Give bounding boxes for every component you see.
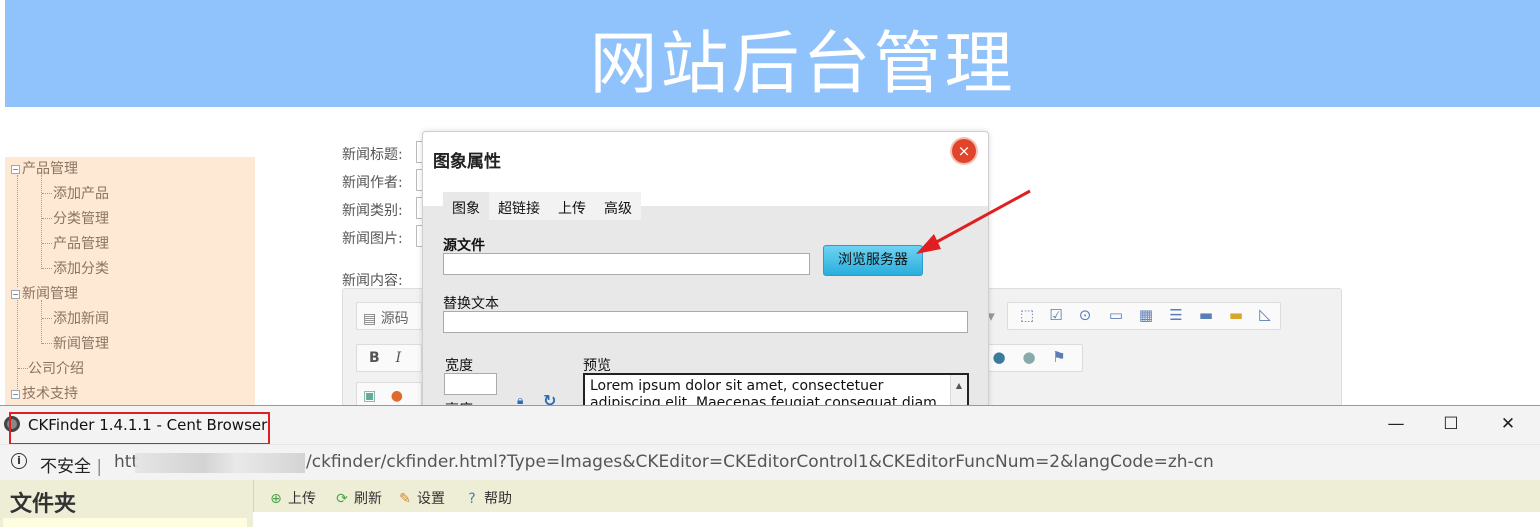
ckfinder-window: CKFinder 1.4.1.1 - Cent Browser — ☐ ✕ i … xyxy=(0,405,1540,527)
news-author-label: 新闻作者: xyxy=(342,175,403,191)
header-banner: 网站后台管理 xyxy=(5,0,1540,107)
source-icon: ▤ xyxy=(363,311,377,327)
tab-hyperlink[interactable]: 超链接 xyxy=(489,192,549,220)
sidebar-item-add-category[interactable]: 添加分类 xyxy=(53,260,109,278)
bold-button[interactable]: B xyxy=(369,350,380,366)
settings-button[interactable]: ✎ 设置 xyxy=(397,488,445,508)
button-icon[interactable]: ▬ xyxy=(1195,306,1217,324)
radio-icon[interactable]: ⊙ xyxy=(1074,306,1096,324)
select-icon[interactable]: ☰ xyxy=(1165,306,1187,324)
source-button[interactable]: ▤ 源码 xyxy=(356,302,422,330)
browse-server-button[interactable]: 浏览服务器 xyxy=(823,245,923,276)
italic-button[interactable]: I xyxy=(396,350,402,366)
scroll-up-icon[interactable]: ▲ xyxy=(951,377,967,394)
upload-button[interactable]: ⊕ 上传 xyxy=(268,488,316,508)
refresh-icon: ⟳ xyxy=(336,491,348,507)
security-label: 不安全 | xyxy=(40,457,103,477)
preview-label: 预览 xyxy=(583,358,611,374)
news-image-label: 新闻图片: xyxy=(342,231,403,247)
sidebar-item-company-intro[interactable]: 公司介绍 xyxy=(28,360,84,378)
help-button[interactable]: ? 帮助 xyxy=(464,488,512,508)
form-icon[interactable]: ⬚ xyxy=(1016,306,1038,324)
news-title-label: 新闻标题: xyxy=(342,147,403,163)
site-title: 网站后台管理 xyxy=(589,25,1016,104)
sidebar-item-add-news[interactable]: 添加新闻 xyxy=(53,310,109,328)
title-highlight-box xyxy=(9,412,270,445)
folders-title: 文件夹 xyxy=(10,492,77,517)
checkbox-icon[interactable]: ☑ xyxy=(1045,306,1067,324)
close-button[interactable]: × xyxy=(952,139,976,163)
folders-panel: 文件夹 xyxy=(0,480,253,527)
sidebar-item-product-management[interactable]: − 产品管理 xyxy=(11,160,78,178)
sidebar-nav: − 产品管理 添加产品 分类管理 产品管理 添加分类 − 新闻管理 添加新闻 新闻管… xyxy=(5,157,255,407)
format-toolbar: BI xyxy=(356,344,422,372)
collapse-icon[interactable]: − xyxy=(11,164,20,174)
textfield-icon[interactable]: ▭ xyxy=(1105,306,1127,324)
sidebar-item-news-list[interactable]: 新闻管理 xyxy=(53,335,109,353)
image-properties-dialog: 图象属性 × 图象超链接上传高级 源文件 浏览服务器 替换文本 宽度 高度 🔒︎… xyxy=(422,131,989,410)
folder-tree[interactable] xyxy=(3,518,247,527)
window-titlebar: CKFinder 1.4.1.1 - Cent Browser — ☐ ✕ xyxy=(0,406,1540,445)
close-window-button[interactable]: ✕ xyxy=(1488,412,1528,436)
separator: | xyxy=(96,457,103,477)
tab-upload[interactable]: 上传 xyxy=(549,192,595,220)
width-label: 宽度 xyxy=(445,358,473,374)
sidebar-item-product-list[interactable]: 产品管理 xyxy=(53,235,109,253)
sidebar-item-add-product[interactable]: 添加产品 xyxy=(53,185,109,203)
width-input[interactable] xyxy=(444,373,497,395)
image-icon[interactable]: ▣ xyxy=(363,388,376,404)
ckfinder-toolbar: ⊕ 上传 ⟳ 刷新 ✎ 设置 ? 帮助 xyxy=(253,480,1540,512)
dialog-title: 图象属性 xyxy=(433,152,501,172)
textarea-icon[interactable]: ▦ xyxy=(1135,306,1157,324)
minimize-button[interactable]: — xyxy=(1376,412,1416,436)
url-text: /ckfinder/ckfinder.html?Type=Images&CKEd… xyxy=(306,452,1214,472)
sidebar-item-news-management[interactable]: − 新闻管理 xyxy=(11,285,78,303)
settings-icon: ✎ xyxy=(399,491,411,507)
close-icon: × xyxy=(957,142,971,160)
tab-advanced[interactable]: 高级 xyxy=(595,192,641,220)
tab-image[interactable]: 图象 xyxy=(443,192,489,220)
image-button-icon[interactable]: ▬ xyxy=(1225,306,1247,324)
refresh-button[interactable]: ⟳ 刷新 xyxy=(334,488,382,508)
sidebar-item-category-management[interactable]: 分类管理 xyxy=(53,210,109,228)
link-icon[interactable]: ● xyxy=(988,348,1010,366)
alt-text-input[interactable] xyxy=(443,311,968,333)
sidebar-item-tech-support[interactable]: − 技术支持 xyxy=(11,385,78,403)
hidden-field-icon[interactable]: ◺ xyxy=(1254,305,1276,323)
dialog-tabs: 图象 超链接 上传 高级 xyxy=(443,192,641,220)
anchor-icon[interactable]: ⚑ xyxy=(1048,348,1070,366)
unlink-icon[interactable]: ● xyxy=(1018,348,1040,366)
maximize-button[interactable]: ☐ xyxy=(1431,412,1471,436)
alt-text-label: 替换文本 xyxy=(443,296,499,312)
collapse-icon[interactable]: − xyxy=(11,289,20,299)
flash-icon[interactable]: ● xyxy=(391,388,403,404)
source-file-input[interactable] xyxy=(443,253,810,275)
news-category-label: 新闻类别: xyxy=(342,203,403,219)
upload-icon: ⊕ xyxy=(270,491,282,507)
address-bar[interactable]: i 不安全 | htt /ckfinder/ckfinder.html?Type… xyxy=(0,444,1540,480)
collapse-icon[interactable]: − xyxy=(11,389,20,399)
help-icon: ? xyxy=(468,491,476,507)
news-content-label: 新闻内容: xyxy=(342,273,403,289)
redacted-host xyxy=(135,453,305,473)
source-file-label: 源文件 xyxy=(443,238,485,254)
info-icon[interactable]: i xyxy=(11,453,27,469)
